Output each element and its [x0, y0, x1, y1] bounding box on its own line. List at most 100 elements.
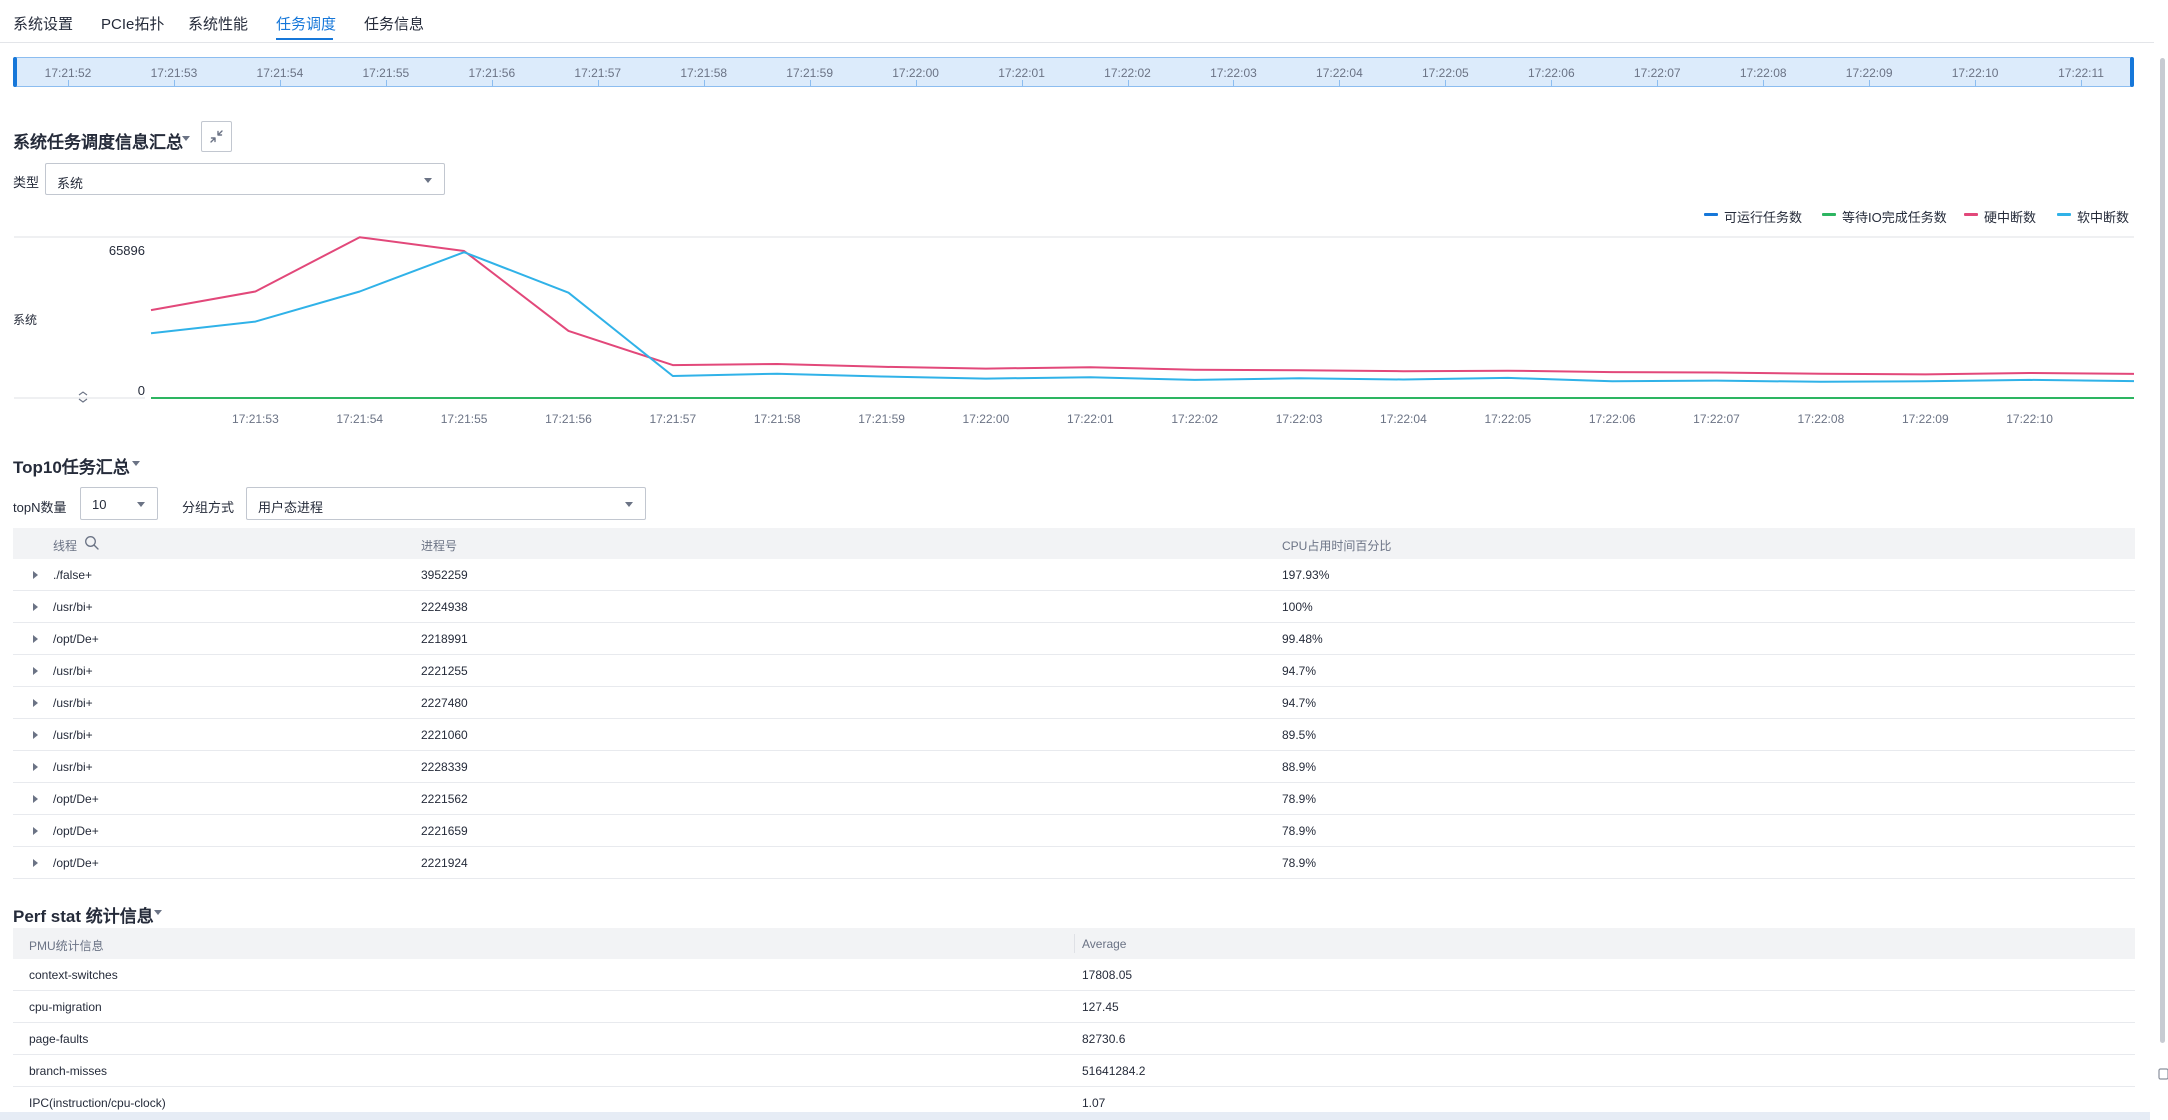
expand-row-icon[interactable]	[33, 859, 38, 867]
perf-caret-icon[interactable]	[154, 910, 162, 915]
timeline-tick	[2081, 80, 2083, 86]
chart-x-tick-label: 17:22:03	[1276, 412, 1323, 426]
axis-toggle-icon	[78, 391, 88, 403]
topn-select-value: 10	[92, 497, 107, 512]
expand-row-icon[interactable]	[33, 635, 38, 643]
row-thread: ./false+	[53, 568, 93, 582]
group-select[interactable]: 用户态进程	[246, 487, 646, 520]
timeline-tick	[1975, 80, 1977, 86]
row-pid: 3952259	[421, 568, 468, 582]
chart-x-tick-label: 17:22:08	[1798, 412, 1845, 426]
expand-row-icon[interactable]	[33, 571, 38, 579]
type-label: 类型	[13, 175, 40, 190]
legend-runnable[interactable]: 可运行任务数	[1724, 207, 1802, 226]
row-thread: /usr/bi+	[53, 600, 93, 614]
chart-x-tick-label: 17:22:07	[1693, 412, 1740, 426]
row-cpu-percent: 88.9%	[1282, 760, 1317, 774]
row-cpu-percent: 78.9%	[1282, 824, 1317, 838]
timeline-label: 17:21:54	[256, 66, 304, 80]
sched-summary-title: 系统任务调度信息汇总	[13, 133, 183, 152]
row-cpu-percent: 94.7%	[1282, 664, 1317, 678]
timeline-range-brush[interactable]	[14, 57, 2132, 87]
sched-summary-caret-icon[interactable]	[182, 136, 190, 141]
page-scrollbar[interactable]	[2160, 58, 2165, 1043]
table-row-divider	[13, 846, 2135, 847]
table-row-divider	[13, 590, 2135, 591]
top10-title: Top10任务汇总	[13, 458, 130, 477]
tab-task-scheduling[interactable]: 任务调度	[276, 13, 336, 34]
timeline-left-handle[interactable]	[13, 57, 17, 87]
table-row-divider	[13, 654, 2135, 655]
timeline-label: 17:21:53	[150, 66, 198, 80]
chevron-down-icon	[625, 502, 633, 507]
row-pid: 2221562	[421, 792, 468, 806]
topn-select[interactable]: 10	[80, 487, 158, 520]
search-icon[interactable]	[84, 535, 100, 551]
top10-caret-icon[interactable]	[132, 461, 140, 466]
tab-system-performance[interactable]: 系统性能	[188, 13, 248, 34]
chart-x-tick-label: 17:22:09	[1902, 412, 1949, 426]
timeline-tick	[1127, 80, 1129, 86]
type-select[interactable]: 系统	[45, 163, 445, 195]
perf-metric-name: branch-misses	[29, 1064, 108, 1078]
timeline-label: 17:21:55	[362, 66, 410, 80]
bottom-edge-bar	[0, 1112, 2150, 1120]
chart-x-tick-label: 17:22:02	[1171, 412, 1218, 426]
chart-x-tick-label: 17:21:54	[336, 412, 383, 426]
legend-iowait[interactable]: 等待IO完成任务数	[1842, 207, 1947, 226]
row-cpu-percent: 94.7%	[1282, 696, 1317, 710]
col-cpu-percent: CPU占用时间百分比	[1282, 539, 1392, 553]
table-row-divider	[13, 622, 2135, 623]
chart-y-tick-label: 0	[138, 383, 145, 398]
tab-system-settings[interactable]: 系统设置	[13, 13, 73, 34]
timeline-label: 17:21:59	[786, 66, 833, 80]
chart-x-tick-label: 17:22:04	[1380, 412, 1427, 426]
timeline-tick	[1657, 80, 1659, 86]
timeline-tick	[279, 80, 281, 86]
timeline-tick	[1021, 80, 1023, 86]
row-pid: 2227480	[421, 696, 468, 710]
legend-softirq[interactable]: 软中断数	[2077, 207, 2129, 226]
tab-pcie-topology[interactable]: PCIe拓扑	[101, 13, 164, 34]
expand-row-icon[interactable]	[33, 795, 38, 803]
legend-swatch-softirq	[2057, 213, 2071, 216]
col-thread: 线程	[53, 539, 78, 553]
row-thread: /opt/De+	[53, 856, 99, 870]
expand-row-icon[interactable]	[33, 731, 38, 739]
row-thread: /usr/bi+	[53, 760, 93, 774]
chart-y-label: 系统	[13, 313, 37, 327]
tab-task-info[interactable]: 任务信息	[364, 13, 424, 34]
row-thread: /usr/bi+	[53, 664, 93, 678]
row-cpu-percent: 197.93%	[1282, 568, 1330, 582]
table-row-divider	[13, 878, 2135, 879]
expand-row-icon[interactable]	[33, 699, 38, 707]
timeline-tick	[809, 80, 811, 86]
column-divider	[1074, 934, 1075, 953]
timeline-label: 17:22:11	[2058, 66, 2104, 80]
compress-arrows-icon[interactable]	[201, 121, 232, 152]
expand-row-icon[interactable]	[33, 603, 38, 611]
expand-row-icon[interactable]	[33, 763, 38, 771]
expand-row-icon[interactable]	[33, 827, 38, 835]
timeline-tick	[1233, 80, 1235, 86]
timeline-tick	[1551, 80, 1553, 86]
floating-tool-icon[interactable]	[2158, 1066, 2168, 1082]
chart-x-tick-label: 17:22:10	[2006, 412, 2053, 426]
expand-row-icon[interactable]	[33, 667, 38, 675]
timeline-tick	[68, 80, 69, 86]
timeline-label: 17:21:58	[680, 66, 728, 80]
row-cpu-percent: 78.9%	[1282, 792, 1317, 806]
sched-line-chart: 系统 65896 0 17:21:53 17:21:54 17:21:55 17:21:56…	[13, 236, 2135, 426]
timeline-label: 17:22:06	[1527, 66, 1575, 80]
legend-hardirq[interactable]: 硬中断数	[1984, 207, 2036, 226]
row-pid: 2218991	[421, 632, 468, 646]
table-row-divider	[13, 990, 2135, 991]
row-cpu-percent: 99.48%	[1282, 632, 1323, 646]
timeline-tick	[173, 80, 175, 86]
row-cpu-percent: 100%	[1282, 600, 1313, 614]
timeline-right-handle[interactable]	[2130, 57, 2134, 87]
row-thread: /usr/bi+	[53, 728, 93, 742]
table-row-divider	[13, 1086, 2135, 1087]
row-pid: 2221659	[421, 824, 468, 838]
timeline-label: 17:22:10	[1951, 66, 1999, 80]
